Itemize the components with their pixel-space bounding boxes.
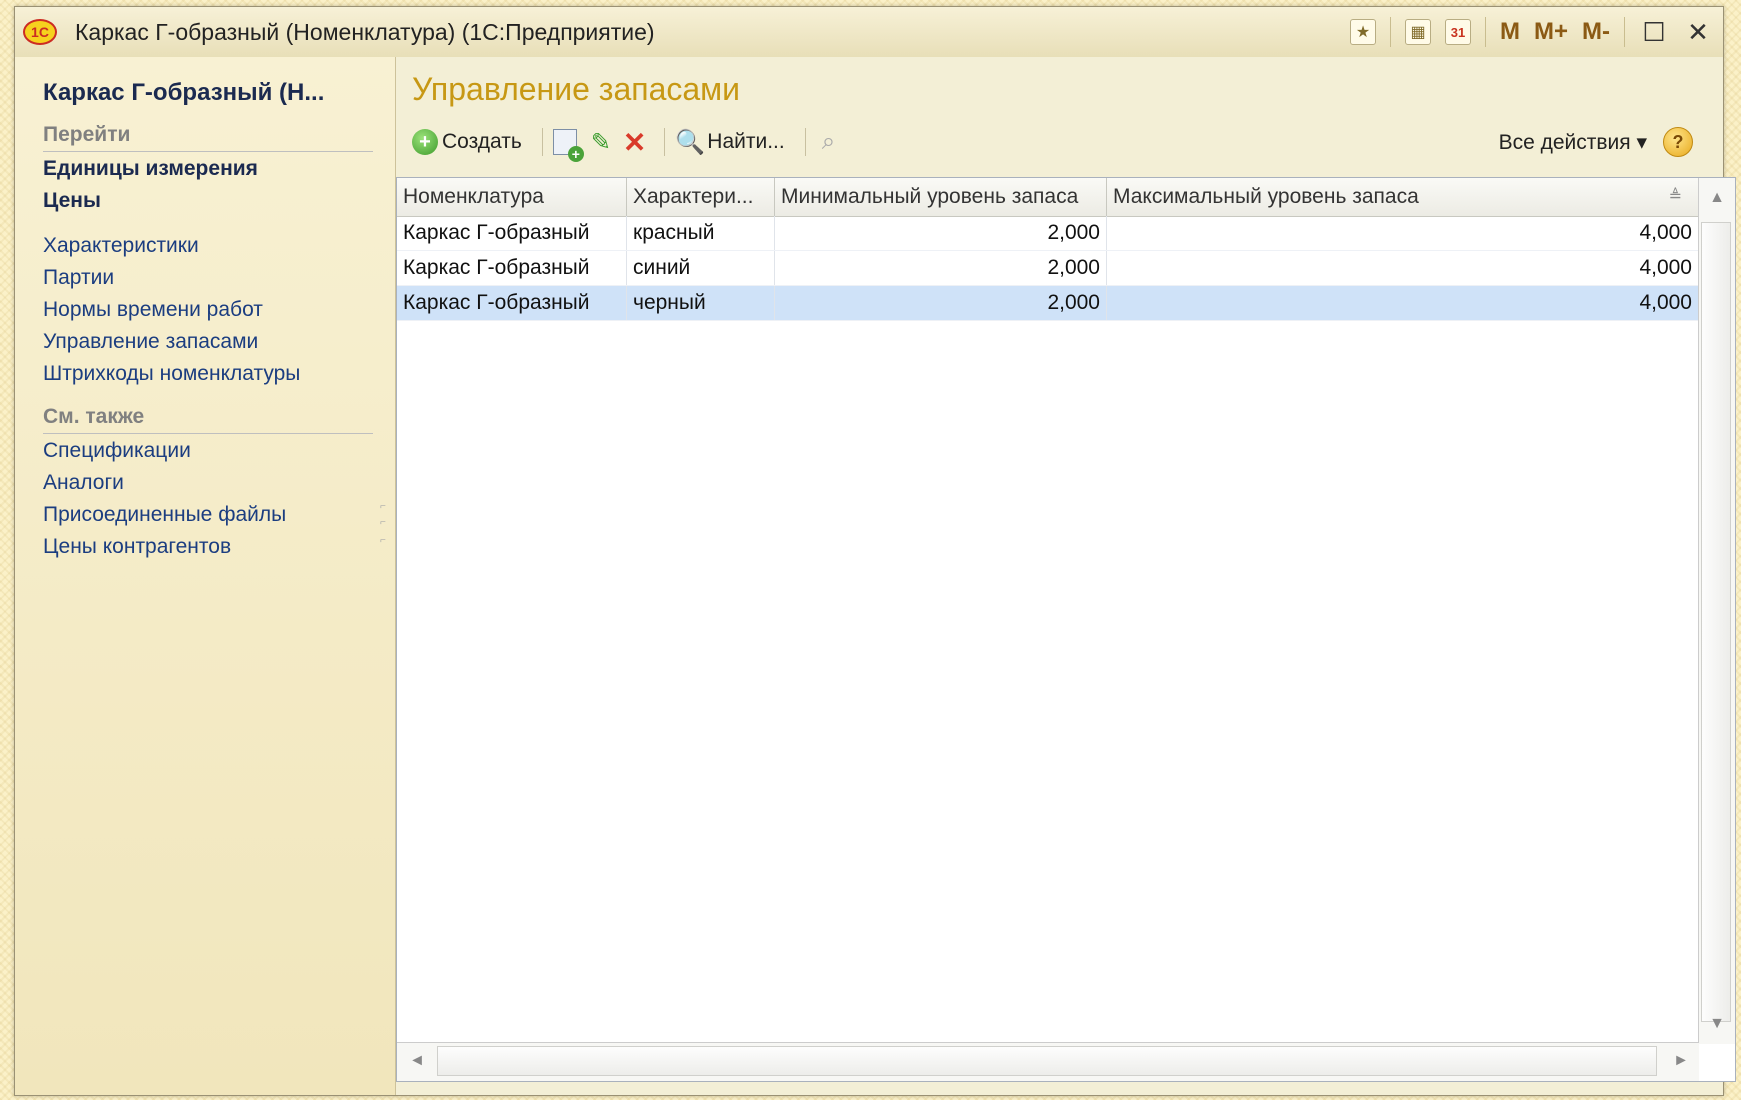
title-separator [1390, 17, 1391, 47]
all-actions-menu[interactable]: Все действия ▾ ? [1499, 121, 1693, 163]
edit-pencil-icon[interactable]: ✎ [591, 128, 611, 157]
horizontal-scroll-thumb[interactable] [437, 1046, 1657, 1076]
magnifier-icon: 🔍 [675, 128, 706, 156]
cell-characteristic[interactable]: синий [627, 251, 775, 285]
find-button-label: Найти... [707, 130, 785, 153]
cell-min-stock[interactable]: 2,000 [775, 286, 1107, 320]
sidebar-item-work-time-norms[interactable]: Нормы времени работ [43, 298, 263, 322]
cell-min-stock[interactable]: 2,000 [775, 251, 1107, 285]
stock-levels-table[interactable]: Номенклатура Характери... Минимальный ур… [396, 177, 1736, 1082]
table-body: Каркас Г-образный красный 2,000 4,000 Ка… [397, 216, 1699, 321]
memory-minus-button[interactable]: M- [1582, 18, 1610, 46]
table-row[interactable]: Каркас Г-образный синий 2,000 4,000 [397, 251, 1699, 286]
sidebar-item-specifications[interactable]: Спецификации [43, 439, 191, 463]
sidebar-item-batches[interactable]: Партии [43, 266, 114, 290]
title-bar: 1С Каркас Г-образный (Номенклатура) (1С:… [15, 7, 1723, 58]
find-button[interactable]: 🔍 Найти... [675, 128, 784, 157]
cell-max-stock[interactable]: 4,000 [1107, 286, 1699, 320]
favorites-icon[interactable]: ★ [1350, 19, 1376, 45]
maximize-icon[interactable]: ☐ [1639, 17, 1669, 48]
toolbar-separator [541, 128, 543, 156]
table-row-selected[interactable]: Каркас Г-образный черный 2,000 4,000 [397, 286, 1699, 321]
column-header-max-stock-label: Максимальный уровень запаса [1113, 185, 1419, 208]
scroll-right-icon[interactable]: ► [1663, 1043, 1699, 1079]
table-header: Номенклатура Характери... Минимальный ур… [397, 178, 1699, 217]
create-button-label: Создать [442, 130, 522, 153]
sidebar-item-supplier-prices[interactable]: Цены контрагентов [43, 535, 231, 559]
form-area: Управление запасами + Создать ✎ ✕ 🔍 Найт… [396, 57, 1736, 1095]
column-header-min-stock[interactable]: Минимальный уровень запаса [775, 178, 1107, 216]
calendar-icon[interactable]: 31 [1445, 19, 1471, 45]
column-header-characteristic[interactable]: Характери... [627, 178, 775, 216]
cell-nomenclature[interactable]: Каркас Г-образный [397, 286, 627, 320]
help-icon[interactable]: ? [1663, 127, 1693, 157]
scroll-up-icon[interactable]: ▲ [1699, 180, 1735, 216]
sidebar-item-characteristics[interactable]: Характеристики [43, 234, 199, 258]
pin-icon[interactable]: ⌐ [380, 501, 386, 512]
navigation-panel: Каркас Г-образный (Н... Перейти Единицы … [15, 57, 396, 1095]
cell-nomenclature[interactable]: Каркас Г-образный [397, 216, 627, 250]
cell-max-stock[interactable]: 4,000 [1107, 216, 1699, 250]
goto-section-header: Перейти [43, 123, 373, 152]
cell-max-stock[interactable]: 4,000 [1107, 251, 1699, 285]
form-title: Управление запасами [412, 71, 741, 107]
memory-button[interactable]: M [1500, 18, 1520, 46]
app-logo-icon[interactable]: 1С [23, 19, 57, 45]
table-row[interactable]: Каркас Г-образный красный 2,000 4,000 [397, 216, 1699, 251]
sidebar-item-prices[interactable]: Цены [43, 189, 101, 213]
toolbar-separator [804, 128, 806, 156]
add-icon: + [412, 129, 438, 155]
toolbar-separator [664, 128, 666, 156]
see-also-section-header: См. также [43, 405, 373, 434]
title-separator [1485, 17, 1486, 47]
column-header-nomenclature[interactable]: Номенклатура [397, 178, 627, 216]
delete-icon[interactable]: ✕ [623, 126, 646, 159]
sidebar-item-attached-files[interactable]: Присоединенные файлы [43, 503, 286, 527]
pin-icon[interactable]: ⌐ [380, 517, 386, 528]
all-actions-label[interactable]: Все действия ▾ [1499, 130, 1647, 155]
form-toolbar: + Создать ✎ ✕ 🔍 Найти... ⌕ Все действия … [412, 121, 1693, 163]
close-icon[interactable]: ✕ [1683, 17, 1713, 48]
sidebar-item-units[interactable]: Единицы измерения [43, 157, 258, 181]
copy-icon[interactable] [552, 129, 584, 162]
vertical-scrollbar[interactable]: ▲ ▼ [1698, 178, 1735, 1044]
horizontal-scrollbar[interactable]: ◄ ► [397, 1042, 1699, 1081]
column-header-max-stock[interactable]: Максимальный уровень запаса ≜ [1107, 178, 1699, 216]
cancel-search-icon[interactable]: ⌕ [822, 128, 835, 156]
sidebar-heading[interactable]: Каркас Г-образный (Н... [43, 79, 324, 107]
title-bar-tools: ★ ▦ 31 M M+ M- ☐ ✕ [1350, 7, 1713, 57]
app-window: 1С Каркас Г-образный (Номенклатура) (1С:… [14, 6, 1736, 1096]
create-button[interactable]: + Создать [412, 129, 522, 155]
vertical-scroll-thumb[interactable] [1701, 222, 1731, 1022]
cell-nomenclature[interactable]: Каркас Г-образный [397, 251, 627, 285]
title-separator [1624, 17, 1625, 47]
cell-min-stock[interactable]: 2,000 [775, 216, 1107, 250]
sidebar-item-stock-management[interactable]: Управление запасами [43, 330, 258, 354]
memory-plus-button[interactable]: M+ [1534, 18, 1568, 46]
sidebar-item-analogs[interactable]: Аналоги [43, 471, 124, 495]
cell-characteristic[interactable]: красный [627, 216, 775, 250]
sidebar-item-barcodes[interactable]: Штрихкоды номенклатуры [43, 362, 300, 386]
cell-characteristic[interactable]: черный [627, 286, 775, 320]
calculator-icon[interactable]: ▦ [1405, 19, 1431, 45]
sort-icon[interactable]: ≜ [1669, 178, 1682, 216]
scroll-down-icon[interactable]: ▼ [1699, 1006, 1735, 1042]
pin-icon[interactable]: ⌐ [380, 535, 386, 546]
scroll-left-icon[interactable]: ◄ [399, 1043, 435, 1079]
window-title: Каркас Г-образный (Номенклатура) (1С:Пре… [75, 18, 655, 45]
